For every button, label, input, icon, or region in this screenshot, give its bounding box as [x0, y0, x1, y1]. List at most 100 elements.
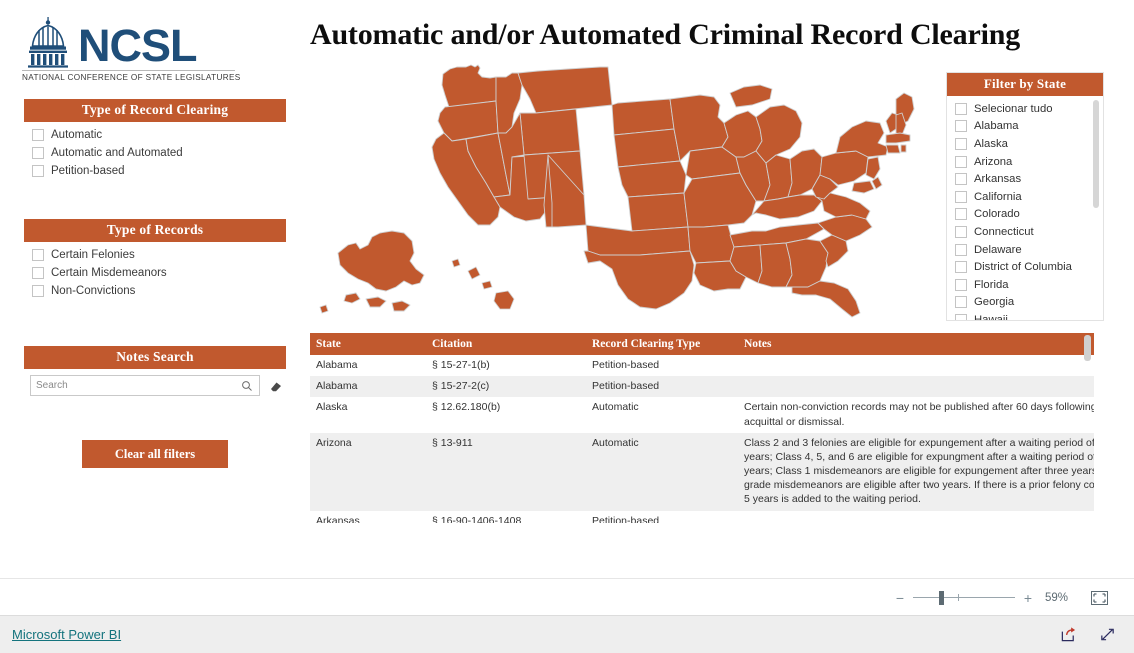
- notes-search-box[interactable]: [30, 375, 260, 396]
- slicer-item-certain-felonies[interactable]: Certain Felonies: [24, 246, 286, 264]
- hawaii-inset: [451, 258, 515, 310]
- slicer-type-of-records-list: Certain Felonies Certain Misdemeanors No…: [24, 242, 286, 300]
- checkbox-icon[interactable]: [955, 313, 967, 320]
- state-item-california[interactable]: California: [947, 188, 1103, 206]
- footer-icons: [1060, 626, 1116, 643]
- state-item-connecticut[interactable]: Connecticut: [947, 223, 1103, 241]
- state-item-alaska[interactable]: Alaska: [947, 135, 1103, 153]
- checkbox-icon[interactable]: [955, 225, 967, 238]
- fullscreen-icon[interactable]: [1099, 626, 1116, 643]
- checkbox-icon[interactable]: [955, 243, 967, 256]
- zoom-in-button[interactable]: +: [1021, 590, 1035, 606]
- ncsl-wordmark: NCSL: [78, 20, 197, 71]
- report-canvas: NCSL NATIONAL CONFERENCE OF STATE LEGISL…: [0, 0, 1134, 578]
- checkbox-icon[interactable]: [955, 208, 967, 221]
- cell-notes: [738, 355, 1094, 377]
- checkbox-icon[interactable]: [955, 173, 967, 186]
- state-item-label: Arkansas: [974, 173, 1022, 186]
- state-item-label: District of Columbia: [974, 261, 1072, 274]
- search-icon[interactable]: [241, 379, 253, 391]
- slicer-item-petition-based[interactable]: Petition-based: [24, 162, 286, 180]
- cell-type: Automatic: [586, 397, 738, 433]
- zoom-slider[interactable]: [913, 590, 1015, 605]
- state-list-scrollbar[interactable]: [1093, 98, 1101, 316]
- slicer-type-of-records: Type of Records Certain Felonies Certain…: [24, 219, 286, 300]
- checkbox-icon[interactable]: [955, 155, 967, 168]
- state-item-colorado[interactable]: Colorado: [947, 206, 1103, 224]
- state-item-label: Colorado: [974, 208, 1020, 221]
- fit-to-page-icon[interactable]: [1091, 590, 1108, 605]
- slicer-item-label: Automatic: [51, 129, 103, 141]
- cell-type: Automatic: [586, 432, 738, 511]
- checkbox-icon[interactable]: [955, 190, 967, 203]
- state-item-label: Connecticut: [974, 225, 1034, 238]
- state-item-hawaii[interactable]: Hawaii: [947, 311, 1103, 320]
- state-item-delaware[interactable]: Delaware: [947, 241, 1103, 259]
- table-scroll-thumb[interactable]: [1084, 335, 1091, 361]
- table-row[interactable]: Alabama § 15-27-2(c) Petition-based: [310, 376, 1094, 398]
- slicer-filter-by-state: Filter by State Selecionar tudo Alabama …: [946, 72, 1104, 321]
- state-item-florida[interactable]: Florida: [947, 276, 1103, 294]
- ncsl-logo: NCSL NATIONAL CONFERENCE OF STATE LEGISL…: [22, 12, 240, 84]
- zoom-level-value: 59%: [1045, 591, 1069, 604]
- cell-notes: Class 2 and 3 felonies are eligible for …: [738, 432, 1094, 511]
- checkbox-icon[interactable]: [32, 129, 44, 141]
- table-row[interactable]: Alaska § 12.62.180(b) Automatic Certain …: [310, 397, 1094, 433]
- checkbox-icon[interactable]: [955, 120, 967, 133]
- state-list[interactable]: Selecionar tudo Alabama Alaska Arizona A…: [947, 96, 1103, 320]
- checkbox-icon[interactable]: [32, 165, 44, 177]
- checkbox-icon[interactable]: [955, 261, 967, 274]
- slicer-item-certain-misdemeanors[interactable]: Certain Misdemeanors: [24, 264, 286, 282]
- checkbox-icon[interactable]: [955, 278, 967, 291]
- state-item-label: Selecionar tudo: [974, 102, 1053, 115]
- eraser-icon[interactable]: [269, 379, 283, 393]
- alaska-inset: [319, 230, 425, 314]
- zoom-slider-thumb[interactable]: [939, 590, 944, 605]
- column-header-notes[interactable]: Notes: [738, 333, 1094, 355]
- cell-citation: § 13-911: [426, 432, 586, 511]
- checkbox-icon[interactable]: [955, 137, 967, 150]
- state-item-select-all[interactable]: Selecionar tudo: [947, 100, 1103, 118]
- state-item-arizona[interactable]: Arizona: [947, 153, 1103, 171]
- table-row[interactable]: Arkansas § 16-90-1406-1408 Petition-base…: [310, 510, 1094, 523]
- checkbox-icon[interactable]: [32, 249, 44, 261]
- zoom-slider-tick: [958, 593, 959, 601]
- slicer-item-label: Petition-based: [51, 165, 125, 177]
- cell-state: Alaska: [310, 397, 426, 433]
- state-list-scroll-thumb[interactable]: [1093, 100, 1099, 208]
- cell-notes: Certain non-conviction records may not b…: [738, 397, 1094, 433]
- clear-all-filters-button[interactable]: Clear all filters: [82, 440, 228, 468]
- share-icon[interactable]: [1060, 626, 1077, 643]
- search-input[interactable]: [31, 379, 236, 392]
- table-row[interactable]: Arizona § 13-911 Automatic Class 2 and 3…: [310, 432, 1094, 511]
- slicer-item-label: Non-Convictions: [51, 285, 136, 297]
- zoom-out-button[interactable]: −: [893, 590, 907, 606]
- column-header-citation[interactable]: Citation: [426, 333, 586, 355]
- state-item-arkansas[interactable]: Arkansas: [947, 170, 1103, 188]
- slicer-record-clearing-list: Automatic Automatic and Automated Petiti…: [24, 122, 286, 180]
- checkbox-icon[interactable]: [32, 267, 44, 279]
- checkbox-icon[interactable]: [955, 296, 967, 309]
- status-bar: − + 59%: [0, 578, 1134, 616]
- cell-citation: § 15-27-1(b): [426, 355, 586, 377]
- state-item-alabama[interactable]: Alabama: [947, 118, 1103, 136]
- slicer-item-non-convictions[interactable]: Non-Convictions: [24, 282, 286, 300]
- slicer-filter-by-state-header: Filter by State: [947, 73, 1103, 96]
- state-item-district-of-columbia[interactable]: District of Columbia: [947, 258, 1103, 276]
- slicer-item-automatic[interactable]: Automatic: [24, 126, 286, 144]
- state-item-label: Hawaii: [974, 313, 1008, 320]
- microsoft-power-bi-link[interactable]: Microsoft Power BI: [12, 627, 121, 642]
- column-header-record-clearing-type[interactable]: Record Clearing Type: [586, 333, 738, 355]
- slicer-item-label: Certain Felonies: [51, 249, 135, 261]
- state-item-georgia[interactable]: Georgia: [947, 294, 1103, 312]
- united-states-map[interactable]: [300, 55, 930, 325]
- ncsl-tagline: NATIONAL CONFERENCE OF STATE LEGISLATURE…: [22, 70, 240, 82]
- table-row[interactable]: Alabama § 15-27-1(b) Petition-based: [310, 355, 1094, 377]
- state-item-label: Georgia: [974, 296, 1015, 309]
- checkbox-icon[interactable]: [955, 102, 967, 115]
- checkbox-icon[interactable]: [32, 285, 44, 297]
- slicer-item-automatic-and-automated[interactable]: Automatic and Automated: [24, 144, 286, 162]
- column-header-state[interactable]: State: [310, 333, 426, 355]
- checkbox-icon[interactable]: [32, 147, 44, 159]
- record-clearing-table[interactable]: State Citation Record Clearing Type Note…: [310, 333, 1094, 523]
